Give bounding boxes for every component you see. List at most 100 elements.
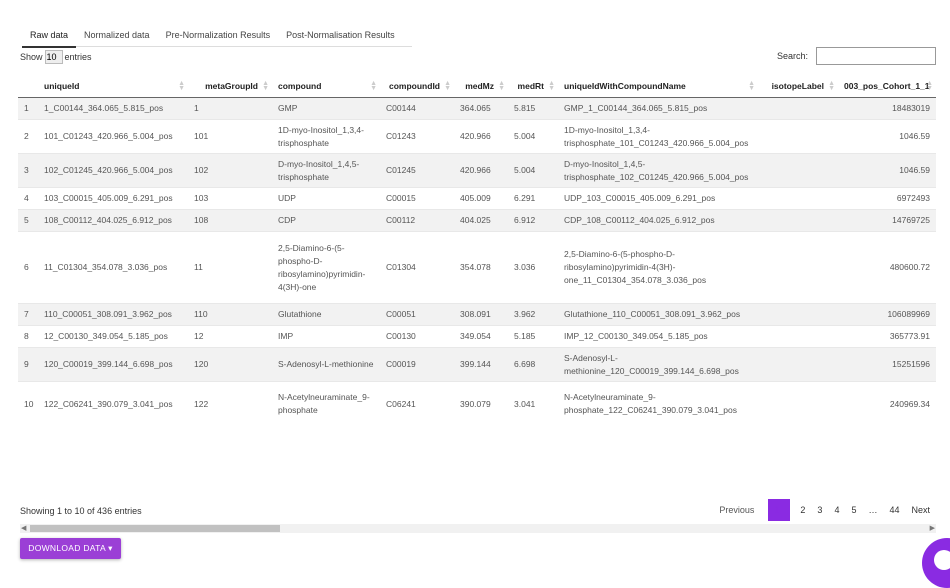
sort-icon: ▲ ▼ [262,80,269,92]
table-cell: 405.009 [454,187,508,210]
table-cell: Glutathione_110_C00051_308.091_3.962_pos [558,303,758,326]
table-cell: C00019 [380,347,454,382]
table-cell: 404.025 [454,209,508,232]
tab-bar: Raw data Normalized data Pre-Normalizati… [22,28,412,48]
page-button-current[interactable]: 1 [768,499,791,521]
table-cell: 15251596 [838,347,936,382]
table-cell: 5.815 [508,97,558,120]
col-compoundid[interactable]: compoundId ▲ ▼ [380,75,454,98]
tab-raw-data[interactable]: Raw data [22,28,77,48]
pagination: Previous 1 2 3 4 5 … 44 Next [713,499,936,521]
table-cell: 103_C00015_405.009_6.291_pos [38,187,188,210]
col-compound-label: compound [278,81,322,91]
floating-action-button[interactable] [922,538,950,588]
table-cell: 3 [18,153,38,188]
table-cell: CDP [272,209,380,232]
horizontal-scrollbar[interactable]: ◀ ▶ [20,524,936,533]
table-row: 5 108_C00112_404.025_6.912_pos 108 CDP C0011… [18,209,936,232]
col-medrt-label: medRt [517,81,544,91]
page-button[interactable]: 4 [828,499,845,521]
table-cell: 101 [188,119,272,154]
previous-button[interactable]: Previous [713,499,760,521]
download-data-button[interactable]: DOWNLOAD DATA ▾ [20,538,121,559]
table-cell: 3.041 [508,381,558,427]
table-cell: D-myo-Inositol_1,4,5-trisphosphate_102_C… [558,153,758,188]
table-cell: 110_C00051_308.091_3.962_pos [38,303,188,326]
tab-post-normalisation-results[interactable]: Post-Normalisation Results [278,28,403,46]
table-cell: IMP_12_C00130_349.054_5.185_pos [558,325,758,348]
table-cell: GMP [272,97,380,120]
table-cell: 101_C01243_420.966_5.004_pos [38,119,188,154]
table-cell: 102 [188,153,272,188]
table-cell: 9 [18,347,38,382]
table-cell: GMP_1_C00144_364.065_5.815_pos [558,97,758,120]
scrollbar-thumb[interactable] [30,525,280,532]
sort-icon: ▲ ▼ [498,80,505,92]
table-cell [758,209,838,232]
sort-icon: ▲ ▼ [748,80,755,92]
length-entries-label: entries [64,52,92,62]
page-button[interactable]: 3 [811,499,828,521]
table-cell: CDP_108_C00112_404.025_6.912_pos [558,209,758,232]
table-cell: 6.291 [508,187,558,210]
table-cell: Glutathione [272,303,380,326]
table-cell [758,381,838,427]
col-003-pos-cohort-1-1[interactable]: 003_pos_Cohort_1_1 ▲ ▼ [838,75,936,98]
table-row: 1 1_C00144_364.065_5.815_pos 1 GMP C00144 364… [18,97,936,120]
tab-pre-normalization-results[interactable]: Pre-Normalization Results [158,28,279,46]
table-cell: UDP [272,187,380,210]
table-cell: 1 [18,97,38,120]
page-button[interactable]: 5 [845,499,862,521]
table-cell [758,325,838,348]
data-table-wrapper: uniqueId ▲ ▼ metaGroupId ▲ ▼ compound ▲ ▼ comp… [18,75,936,499]
table-cell: 11 [188,231,272,304]
sort-icon: ▲ ▼ [828,80,835,92]
table-row: 2 101_C01243_420.966_5.004_pos 101 1D-myo-I… [18,119,936,154]
table-cell: 5.004 [508,153,558,188]
col-003-pos-cohort-1-1-label: 003_pos_Cohort_1_1 [844,81,930,91]
table-cell [758,187,838,210]
col-medrt[interactable]: medRt ▲ ▼ [508,75,558,98]
table-cell: C00144 [380,97,454,120]
scroll-right-icon[interactable]: ▶ [930,524,935,532]
col-medmz[interactable]: medMz ▲ ▼ [454,75,508,98]
table-row: 3 102_C01245_420.966_5.004_pos 102 D-myo-In… [18,153,936,188]
table-cell: C01245 [380,153,454,188]
page-button[interactable]: 2 [794,499,811,521]
col-uniqueid[interactable]: uniqueId ▲ ▼ [38,75,188,98]
table-cell: D-myo-Inositol_1,4,5-trisphosphate [272,153,380,188]
table-cell: 6 [18,231,38,304]
table-row: 8 12_C00130_349.054_5.185_pos 12 IMP C00130 3… [18,325,936,348]
search-input[interactable] [816,47,936,65]
table-cell: 2,5-Diamino-6-(5-phospho-D-ribosylamino)… [558,231,758,304]
scroll-left-icon[interactable]: ◀ [21,524,26,532]
table-cell: 108_C00112_404.025_6.912_pos [38,209,188,232]
header-row: uniqueId ▲ ▼ metaGroupId ▲ ▼ compound ▲ ▼ comp… [18,75,936,98]
col-uniqueidwithcompoundname[interactable]: uniqueIdWithCompoundName ▲ ▼ [558,75,758,98]
page-length-select[interactable]: 10 [44,50,63,64]
table-cell: 480600.72 [838,231,936,304]
sort-icon: ▲ ▼ [178,80,185,92]
table-cell: 5.004 [508,119,558,154]
table-cell: 364.065 [454,97,508,120]
table-cell: 14769725 [838,209,936,232]
col-isotopelabel[interactable]: isotopeLabel ▲ ▼ [758,75,838,98]
col-uniqueidwithcompoundname-label: uniqueIdWithCompoundName [564,81,686,91]
col-metagroupid[interactable]: metaGroupId ▲ ▼ [188,75,272,98]
tab-normalized-data[interactable]: Normalized data [76,28,158,46]
next-button[interactable]: Next [905,499,936,521]
search-label: Search: [776,51,808,61]
table-cell: UDP_103_C00015_405.009_6.291_pos [558,187,758,210]
table-cell: 7 [18,303,38,326]
data-table: uniqueId ▲ ▼ metaGroupId ▲ ▼ compound ▲ ▼ comp… [18,75,936,427]
table-row: 9 120_C00019_399.144_6.698_pos 120 S-Adenos… [18,347,936,382]
table-cell: 1046.59 [838,153,936,188]
length-show-label: Show [20,52,43,62]
search-control: Search: [777,47,936,65]
col-compound[interactable]: compound ▲ ▼ [272,75,380,98]
table-cell: C01304 [380,231,454,304]
table-cell: 349.054 [454,325,508,348]
table-cell: 420.966 [454,119,508,154]
page-button-last[interactable]: 44 [883,499,905,521]
table-cell: C01243 [380,119,454,154]
